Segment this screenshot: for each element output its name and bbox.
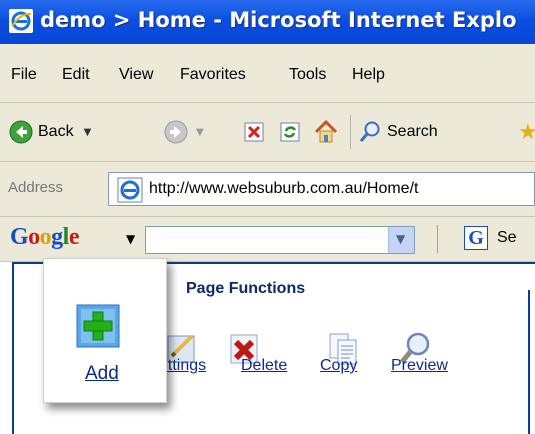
search-label: Search bbox=[387, 123, 438, 140]
toolbar-separator bbox=[350, 115, 351, 149]
refresh-icon bbox=[280, 122, 300, 142]
home-button[interactable] bbox=[313, 115, 339, 149]
delete-link[interactable]: Delete bbox=[241, 357, 287, 375]
page-functions-title: Page Functions bbox=[186, 280, 306, 297]
back-label: Back bbox=[38, 123, 74, 140]
panel-border-right bbox=[528, 290, 530, 434]
menu-tools[interactable]: Tools bbox=[289, 66, 326, 84]
ie-logo-icon bbox=[9, 9, 33, 33]
panel-border-left bbox=[12, 262, 14, 434]
add-zoom-callout: Add bbox=[43, 258, 167, 403]
back-arrow-icon bbox=[9, 120, 33, 144]
google-search-label: Se bbox=[497, 229, 517, 246]
search-icon bbox=[359, 121, 380, 142]
title-bar[interactable]: demo > Home - Microsoft Internet Explo bbox=[0, 0, 535, 44]
favorites-button[interactable]: ★ bbox=[518, 115, 535, 149]
favorites-star-icon: ★ bbox=[518, 119, 535, 145]
menu-view[interactable]: View bbox=[119, 66, 153, 84]
address-url: http://www.websuburb.com.au/Home/t bbox=[149, 180, 419, 197]
menu-bar: File Edit View Favorites Tools Help bbox=[0, 44, 535, 103]
menu-favorites[interactable]: Favorites bbox=[180, 66, 246, 84]
forward-arrow-icon bbox=[164, 120, 188, 144]
standard-toolbar: Back ▼ ▼ Search ★ bbox=[0, 103, 535, 162]
google-toolbar: Google ▼ ▼ G Se bbox=[0, 217, 535, 262]
google-menu-dropdown-icon[interactable]: ▼ bbox=[126, 232, 135, 246]
address-bar: Address http://www.websuburb.com.au/Home… bbox=[0, 162, 535, 217]
google-search-button[interactable]: G Se bbox=[464, 226, 517, 250]
home-icon bbox=[314, 119, 338, 143]
add-link[interactable]: Add bbox=[85, 363, 119, 385]
address-label: Address bbox=[8, 179, 64, 196]
menu-file[interactable]: File bbox=[11, 66, 37, 84]
search-button[interactable]: Search bbox=[358, 115, 438, 149]
window-title: demo > Home - Microsoft Internet Explo bbox=[40, 8, 517, 32]
google-separator bbox=[437, 225, 438, 253]
forward-button[interactable]: ▼ bbox=[164, 115, 204, 149]
add-icon[interactable] bbox=[76, 304, 120, 348]
menu-edit[interactable]: Edit bbox=[62, 66, 90, 84]
forward-dropdown-icon[interactable]: ▼ bbox=[196, 127, 204, 138]
refresh-button[interactable] bbox=[279, 115, 301, 149]
back-button[interactable]: Back ▼ bbox=[9, 115, 91, 149]
google-history-dropdown-icon[interactable]: ▼ bbox=[388, 227, 414, 253]
google-g-icon: G bbox=[464, 226, 488, 250]
preview-link[interactable]: Preview bbox=[391, 357, 448, 375]
copy-link[interactable]: Copy bbox=[320, 357, 357, 375]
google-search-input[interactable] bbox=[145, 226, 415, 254]
stop-icon bbox=[244, 122, 264, 142]
address-input[interactable]: http://www.websuburb.com.au/Home/t bbox=[108, 172, 535, 206]
menu-help[interactable]: Help bbox=[352, 66, 385, 84]
stop-button[interactable] bbox=[243, 115, 265, 149]
google-logo[interactable]: Google bbox=[10, 224, 80, 251]
ie-page-icon bbox=[117, 177, 143, 203]
back-dropdown-icon[interactable]: ▼ bbox=[84, 127, 92, 138]
